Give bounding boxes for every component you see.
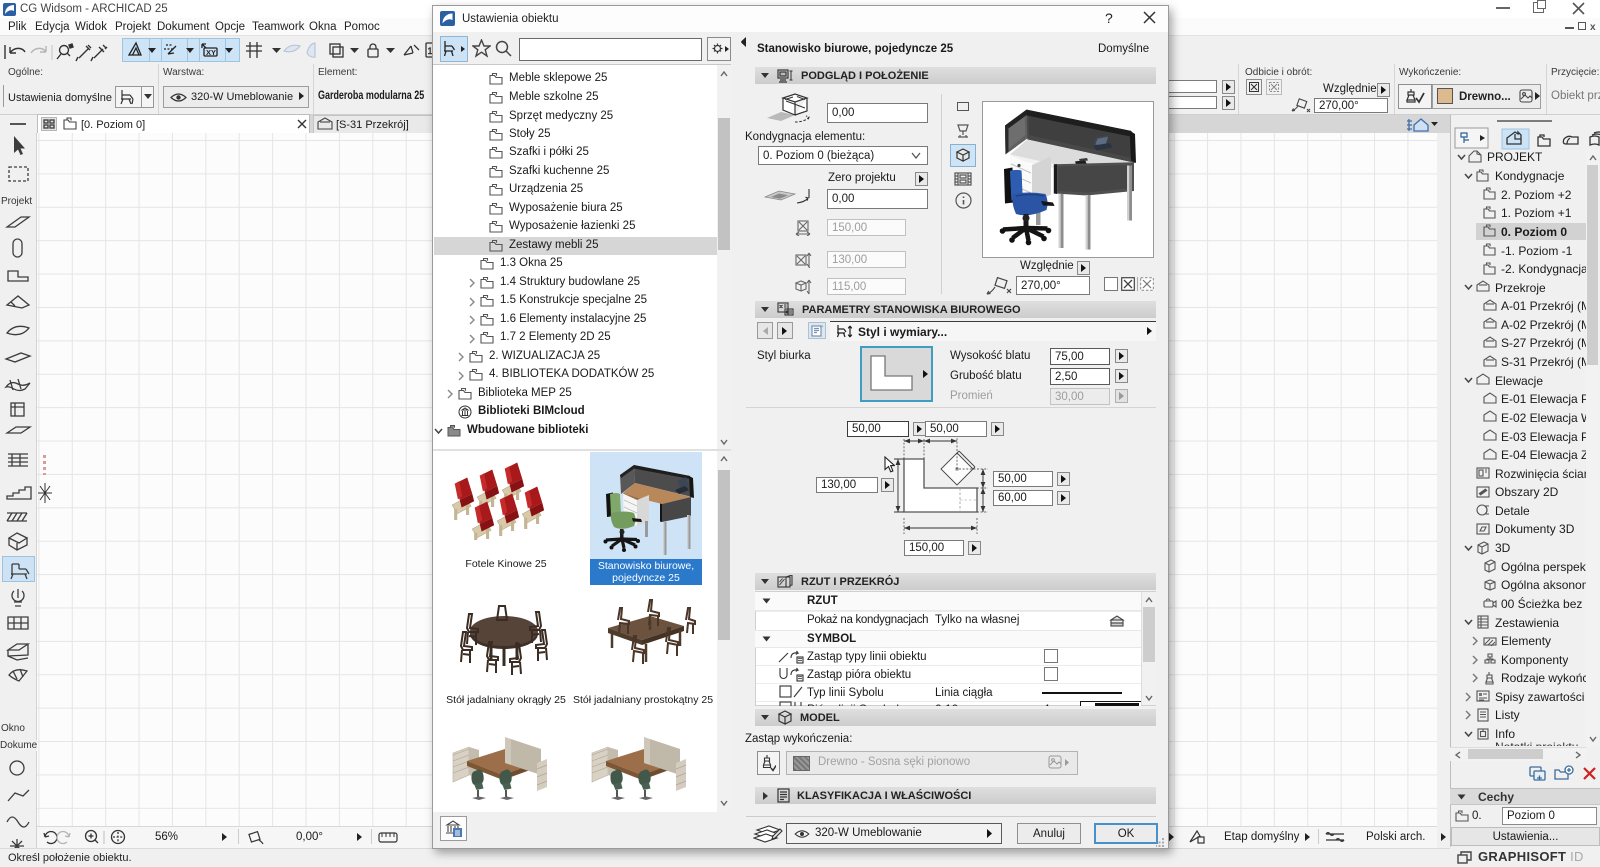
svg-text:XY: XY xyxy=(206,48,216,57)
